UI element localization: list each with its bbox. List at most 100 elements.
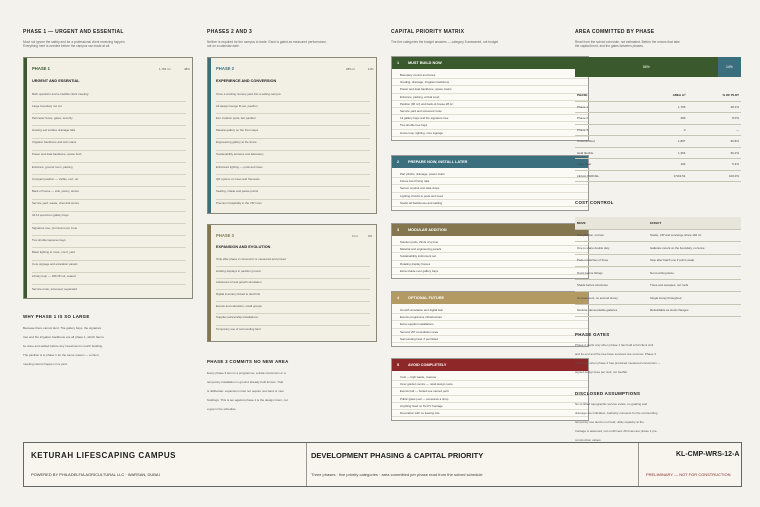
phase-3-card-subtitle: EXPANSION AND EVOLUTION xyxy=(216,245,271,249)
priority-items: Cost — high waste, overuse Inner garden c… xyxy=(392,371,588,420)
cost-table-cell: Pods in batches of three xyxy=(575,254,649,267)
cost-table-cell: One pavilion, not two xyxy=(575,229,649,242)
priority-item: Boundary control and fence xyxy=(392,72,588,80)
phase-2-item: Seating, shade and pause points xyxy=(216,186,370,193)
phase-3-card: PHASE 3 0 m² 0% EXPANSION AND EVOLUTION … xyxy=(207,224,377,342)
priority-number: 3 xyxy=(397,228,400,232)
priority-label: OPTIONAL FUTURE xyxy=(408,296,444,300)
phase-2-card-area: 283 m² xyxy=(346,67,355,71)
priority-group-header: 1 MUST BUILD NOW xyxy=(392,57,588,69)
area-table-cell: 1,766 xyxy=(643,101,688,113)
area-table-cell: — xyxy=(687,124,741,136)
priority-number: 5 xyxy=(397,363,400,367)
phase-gates-line: Phase 2 starts only when phase 1 has hel… xyxy=(575,343,654,347)
priority-label: PREPARE NOW, INSTALL LATER xyxy=(408,160,468,164)
phase-3-item: Temporary use of surrounding land xyxy=(216,324,370,331)
area-table-cell: 192 xyxy=(643,158,688,171)
priority-item: Sensor conduit and data drops xyxy=(392,185,588,193)
phase-3-color-bar xyxy=(208,225,211,341)
cost-table-cell: Trees and canopies, not roofs xyxy=(648,279,741,292)
cost-table-header: MOVE EFFECT xyxy=(575,217,741,230)
cost-table-row: Modular, demountable galleries Rebuildabl… xyxy=(575,304,741,317)
area-table-header-cell: PHASE xyxy=(575,90,644,102)
area-by-phase-heading: AREA COMMITTED BY PHASE xyxy=(575,29,655,35)
cost-table-header-cell: EFFECT xyxy=(648,217,741,230)
phase-3-card-note: Only after phase 2 conversion is measure… xyxy=(216,257,287,261)
priority-item: Future bond fixing rails xyxy=(392,178,588,186)
phase-1-card-area: 1,766 m² xyxy=(159,67,171,71)
cost-table-row: No basement, no second storey Single stor… xyxy=(575,291,741,305)
priority-number: 4 xyxy=(397,296,400,300)
cost-table-cell: One to share double duty xyxy=(575,241,649,255)
area-table-cell: 0 xyxy=(643,124,688,136)
area-share-phase-2-label: 14% xyxy=(725,65,733,69)
phase-gates-line: starts only when phase 2 has produced me… xyxy=(575,361,661,365)
phase-1-card-subtitle: URGENT AND ESSENTIAL xyxy=(32,79,80,83)
area-intro-2: the capital brunt, and the gates between… xyxy=(575,44,644,48)
area-table-cell: 3,543.51 xyxy=(643,170,688,182)
cost-table-row: Pods in batches of three Stop after batch… xyxy=(575,254,741,267)
phases-2-3-heading: PHASES 2 AND 3 xyxy=(207,29,253,35)
area-table-cell: Phase 3 xyxy=(575,124,644,136)
phase-2-color-bar xyxy=(208,58,211,213)
phase-1-intro-2: Everything here is needed before the cam… xyxy=(23,44,111,48)
area-table-header-cell: % OF PLOT xyxy=(687,90,741,102)
title-block: KETURAH LIFESCAPING CAMPUS POWERED BY PH… xyxy=(23,442,742,487)
phase-2-item: QR system on trees and framewis xyxy=(216,174,370,181)
priority-group-header: 3 MODULAR ADDITION xyxy=(392,224,588,236)
area-table-cell: 36.2% xyxy=(687,147,741,159)
phase-1-item: Large boundary not cut xyxy=(32,101,186,108)
area-table-cell: Uncommitted xyxy=(575,135,644,148)
cost-table-row: One pavilion, not two Studio, VIP and con… xyxy=(575,229,741,242)
cost-table-cell: Modular, demountable galleries xyxy=(575,304,649,317)
priority-items: Boundary control and fence Grading, drain… xyxy=(392,69,588,140)
disclosed-assumptions-line: No certified topographic service exists,… xyxy=(575,402,648,406)
phase-2-item: Eco creation pods, two pavilion xyxy=(216,113,370,120)
phase-gates-line: and its end and the tree have survived o… xyxy=(575,352,656,356)
phase-1-card-note: Both operation and a credible client mee… xyxy=(32,92,89,96)
phase-2-card-note: Once a working nursery yard into a selli… xyxy=(216,92,281,96)
title-block-divider-1 xyxy=(306,443,307,486)
priority-label: MODULAR ADDITION xyxy=(408,228,447,232)
area-table-header: PHASE AREA m²% OF PLOT xyxy=(575,90,741,102)
priority-item: Grading, drainage, irrigation backbone xyxy=(392,79,588,87)
priority-group: 5 AVOID COMPLETELY Cost — high waste, over… xyxy=(391,358,589,422)
priority-item: Pavilion (96 m²) and back-of-house 28 m² xyxy=(392,101,588,109)
why-phase-1-line: Because there cannot land. The gallery b… xyxy=(23,326,102,330)
phase-1-item: Perimeter fence, gates, security xyxy=(32,113,186,120)
priority-group: 4 OPTIONAL FUTURE Growth simulation and di… xyxy=(391,291,589,348)
phase-3-commits-heading: PHASE 3 COMMITS NO NEW AREA xyxy=(207,359,289,364)
area-table-cell: Held flexible xyxy=(575,147,644,159)
priority-group: 2 PREPARE NOW, INSTALL LATER Part plinths,… xyxy=(391,155,589,212)
phase-2-item: All design lounge fit-out, pavilion xyxy=(216,101,370,108)
phase-2-item: Engineering gallery at the fence xyxy=(216,137,370,144)
area-table-row: LEGAL PARCEL 3,543.51 100.0% xyxy=(575,170,741,182)
phase-3-commits-line: temporary installation in ground already… xyxy=(207,380,284,384)
phase-1-item: Power and data backbone, space both xyxy=(32,149,186,156)
disclosed-assumptions-line: drainage are indicative. Authority conse… xyxy=(575,411,658,415)
phase-2-card-subtitle: EXPERIENCE AND CONVERSION xyxy=(216,79,277,83)
disclosed-assumptions-line: temporary use land is not held; utility … xyxy=(575,420,644,424)
phase-gates-heading: PHASE GATES xyxy=(575,332,610,337)
area-table-cell: 5.4% xyxy=(687,158,741,171)
area-table: PHASE AREA m²% OF PLOT Phase 1 1,766 48.1% Ph… xyxy=(575,90,741,182)
priority-number: 2 xyxy=(397,160,400,164)
phase-1-card: PHASE 1 1,766 m² 48% URGENT AND ESSENTIA… xyxy=(23,57,193,299)
priority-item: Events programme infrastructure xyxy=(392,314,588,322)
phase-3-item: Supplier partnership installations xyxy=(216,312,370,319)
phase-3-card-title: PHASE 3 xyxy=(216,233,234,238)
priority-item: Entrance, parking, arrival court xyxy=(392,94,588,101)
phase-2-item: Sustainability terraces and laboratory xyxy=(216,149,370,156)
priority-item: Sustainability instrument set xyxy=(392,253,588,261)
priority-item: Rotating display frames xyxy=(392,261,588,268)
priority-item: Events hall — Suited use named partt xyxy=(392,388,588,396)
disclosed-assumptions-heading: DISCLOSED ASSUMPTIONS xyxy=(575,391,641,396)
area-table-cell: 1,897 xyxy=(643,135,688,148)
cost-table-cell: Ducts before fittings xyxy=(575,266,649,280)
phase-3-card-area: 0 m² xyxy=(352,234,358,238)
phase-1-heading: PHASE 1 — URGENT AND ESSENTIAL xyxy=(23,29,124,35)
why-phase-1-line: The pavilion is in phase 1 for the same … xyxy=(23,353,99,357)
cost-table-cell: No trenching twice xyxy=(648,266,741,280)
area-table-row: Held flexible 1,354 36.2% xyxy=(575,147,741,159)
area-table-cell: Phase 1 xyxy=(575,101,644,113)
